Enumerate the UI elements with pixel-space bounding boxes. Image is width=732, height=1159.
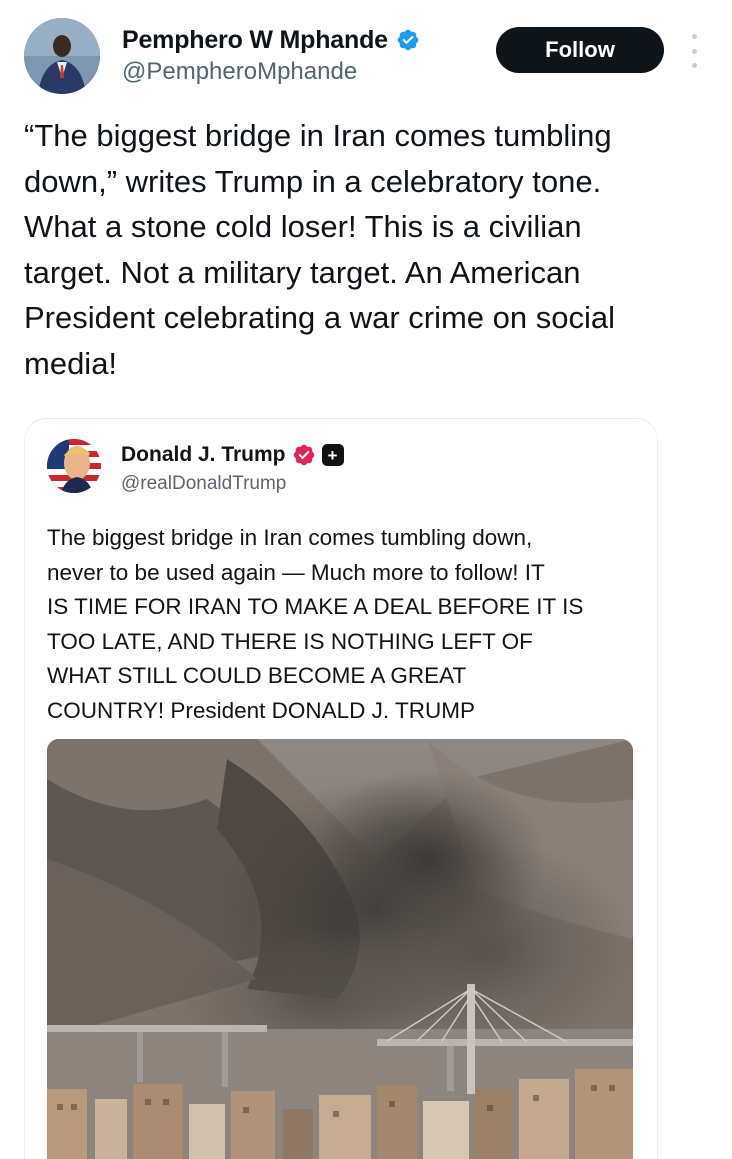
embedded-avatar-image: [47, 439, 101, 493]
more-dot: [691, 48, 697, 54]
embedded-author-info: Donald J. Trump + @realDonaldTrump: [121, 441, 344, 495]
embedded-text-line: IS TIME FOR IRAN TO MAKE A DEAL BEFORE I…: [47, 594, 584, 619]
embedded-avatar: [47, 439, 101, 493]
author-handle[interactable]: @PempheroMphande: [122, 58, 420, 86]
embedded-author-display-name: Donald J. Trump: [121, 443, 286, 466]
follow-button[interactable]: Follow: [496, 27, 664, 73]
post-text-line: media!: [24, 345, 118, 381]
author-name-row: Pemphero W Mphande: [122, 24, 420, 56]
author-display-name[interactable]: Pemphero W Mphande: [122, 26, 388, 55]
embedded-text-line: The biggest bridge in Iran comes tumblin…: [47, 525, 533, 550]
embedded-author-name-row: Donald J. Trump +: [121, 441, 344, 469]
embedded-text-line: TOO LATE, AND THERE IS NOTHING LEFT OF: [47, 628, 533, 654]
post-text-line: What a stone cold loser! This is a civil…: [24, 209, 582, 244]
embedded-text-line: COUNTRY! President DONALD J. TRUMP: [47, 697, 476, 723]
bridge-smoke-photo: [47, 739, 633, 1159]
more-dot: [691, 63, 697, 68]
embedded-text-line: WHAT STILL COULD BECOME A GREAT: [47, 663, 467, 688]
more-vertical-icon[interactable]: [682, 34, 706, 68]
post-text: “The biggest bridge in Iran comes tumbli…: [24, 113, 714, 386]
embedded-post-text: The biggest bridge in Iran comes tumblin…: [47, 521, 647, 728]
embedded-post-screenshot[interactable]: Donald J. Trump + @realDonaldTrump The b…: [24, 418, 658, 1159]
post-text-line: down,” writes Trump in a celebratory ton…: [24, 163, 602, 199]
embedded-author-handle: @realDonaldTrump: [121, 473, 287, 494]
plus-badge-icon: +: [321, 444, 344, 466]
embedded-media-image[interactable]: [47, 739, 633, 1159]
embedded-text-line: never to be used again — Much more to fo…: [47, 559, 545, 585]
avatar[interactable]: [24, 18, 100, 94]
author-info: Pemphero W Mphande @PempheroMphande: [122, 24, 420, 86]
post-header: Pemphero W Mphande @PempheroMphande Foll…: [0, 0, 732, 110]
post-text-line: “The biggest bridge in Iran comes tumbli…: [24, 118, 612, 153]
verified-badge-icon: [293, 444, 314, 466]
post-text-line: President celebrating a war crime on soc…: [24, 300, 615, 335]
more-dot: [691, 34, 697, 39]
avatar-photo: [24, 18, 100, 94]
verified-badge-icon[interactable]: [396, 28, 420, 52]
post-text-line: target. Not a military target. An Americ…: [24, 254, 581, 290]
